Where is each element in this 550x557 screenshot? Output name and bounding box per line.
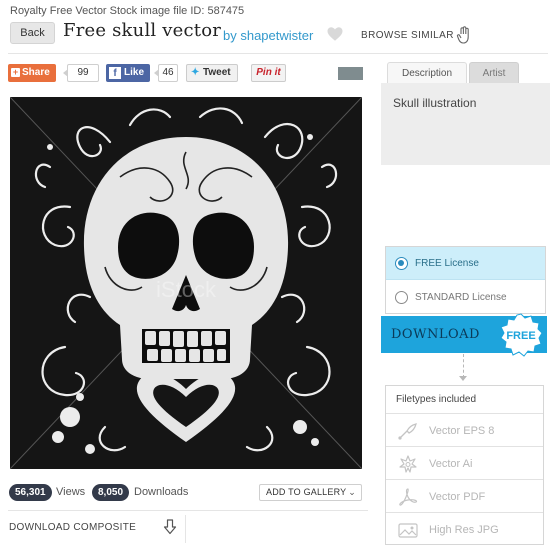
free-badge-icon: FREE — [500, 313, 543, 357]
filetype-item-eps: Vector EPS 8 — [386, 415, 543, 447]
views-label: Views — [56, 486, 86, 498]
free-license-label: FREE License — [415, 258, 479, 269]
filetypes-title: Filetypes included — [386, 386, 543, 414]
filetype-label: High Res JPG — [429, 524, 499, 536]
description-text: Skull illustration — [381, 83, 550, 165]
color-swatch — [338, 67, 363, 80]
pen-nib-icon — [398, 423, 417, 440]
download-composite-button[interactable]: DOWNLOAD COMPOSITE — [8, 515, 186, 543]
like-count: 46 — [154, 64, 178, 82]
connector-line — [463, 354, 464, 378]
radio-unselected-icon[interactable] — [395, 291, 408, 304]
standard-license-label: STANDARD License — [415, 292, 507, 303]
chevron-down-icon: ⌄ — [348, 487, 356, 497]
add-to-gallery-button[interactable]: ADD TO GALLERY ⌄ — [259, 484, 362, 501]
filetype-item-ai: Vector Ai — [386, 448, 543, 480]
header-divider — [8, 53, 548, 54]
social-share-row: + Share 99 f Like 46 ✦ Tweet Pin it — [8, 64, 368, 84]
browse-similar-link[interactable]: BROWSE SIMILAR — [361, 30, 454, 41]
standard-license-option[interactable]: STANDARD License — [386, 281, 545, 314]
watermark-text: iStock — [156, 277, 217, 302]
tweet-label: Tweet — [203, 67, 231, 78]
share-count: 99 — [63, 64, 99, 82]
hand-pointer-icon[interactable] — [456, 26, 472, 44]
info-tabs-panel: Description Artist Skull illustration — [381, 62, 550, 165]
heart-icon[interactable] — [326, 25, 344, 43]
share-label: Share — [22, 67, 50, 78]
stats-row: 56,301 Views 8,050 Downloads ADD TO GALL… — [9, 484, 364, 502]
tab-description[interactable]: Description — [387, 62, 467, 83]
radio-selected-icon[interactable] — [395, 257, 408, 270]
download-composite-label: DOWNLOAD COMPOSITE — [9, 522, 137, 533]
filetype-label: Vector EPS 8 — [429, 425, 495, 437]
illustrator-flower-icon — [399, 455, 417, 473]
filetype-label: Vector Ai — [429, 458, 473, 470]
page-header: Back Free skull vector by shapetwister B… — [10, 20, 540, 48]
share-button[interactable]: + Share — [8, 64, 56, 82]
views-count-badge: 56,301 — [9, 484, 52, 501]
license-selector: FREE License STANDARD License — [385, 246, 546, 314]
downloads-label: Downloads — [134, 486, 189, 498]
connector-arrow-icon — [459, 376, 467, 381]
twitter-bird-icon: ✦ — [191, 67, 200, 78]
skull-illustration: iStock — [10, 97, 362, 469]
acrobat-pdf-icon — [399, 488, 418, 506]
filetype-label: Vector PDF — [429, 491, 486, 503]
image-id-line: Royalty Free Vector Stock image file ID:… — [10, 5, 245, 17]
download-label: DOWNLOAD — [391, 327, 480, 342]
back-button[interactable]: Back — [10, 22, 55, 44]
free-license-option[interactable]: FREE License — [386, 247, 545, 280]
pin-it-button[interactable]: Pin it — [251, 64, 286, 82]
free-badge-text: FREE — [506, 330, 535, 342]
downloads-count-badge: 8,050 — [92, 484, 130, 501]
filetypes-panel: Filetypes included Vector EPS 8 Vector A… — [385, 385, 544, 545]
facebook-like-button[interactable]: f Like — [106, 64, 150, 82]
plus-icon: + — [11, 67, 20, 77]
filetype-item-pdf: Vector PDF — [386, 481, 543, 513]
tweet-button[interactable]: ✦ Tweet — [186, 64, 238, 82]
filetype-item-jpg: High Res JPG — [386, 514, 543, 546]
composite-divider — [8, 510, 368, 511]
image-jpg-icon — [398, 523, 418, 538]
artist-link[interactable]: by shapetwister — [223, 28, 313, 43]
page-title: Free skull vector — [63, 20, 222, 41]
add-to-gallery-label: ADD TO GALLERY — [266, 487, 347, 497]
like-label: Like — [124, 67, 145, 78]
facebook-icon: f — [109, 67, 121, 79]
download-arrow-icon — [163, 519, 177, 535]
skull-vector-preview[interactable]: iStock — [10, 97, 362, 469]
tab-artist[interactable]: Artist — [469, 62, 519, 83]
